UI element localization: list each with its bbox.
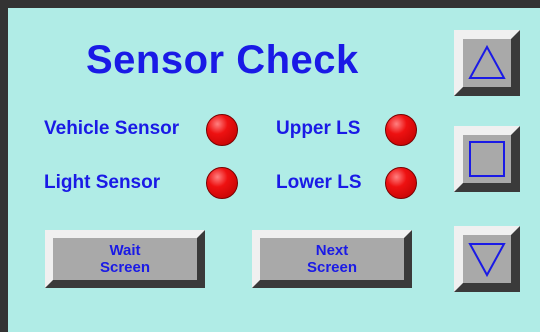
lower-ls-indicator-lamp	[385, 167, 417, 199]
home-button[interactable]	[454, 126, 520, 192]
page-title: Sensor Check	[86, 38, 359, 82]
upper-ls-label: Upper LS	[276, 118, 361, 139]
vehicle-sensor-indicator-lamp	[206, 114, 238, 146]
wait-screen-line1: Wait	[109, 242, 141, 259]
next-screen-button-label: Next Screen	[307, 242, 357, 276]
next-screen-line1: Next	[315, 242, 349, 259]
scroll-down-button[interactable]	[454, 226, 520, 292]
light-sensor-indicator-lamp	[206, 167, 238, 199]
wait-screen-line2: Screen	[99, 259, 151, 276]
scroll-up-button[interactable]	[454, 30, 520, 96]
square-icon	[469, 141, 505, 177]
light-sensor-label: Light Sensor	[44, 172, 161, 193]
wait-screen-button-label: Wait Screen	[100, 242, 150, 276]
lower-ls-label: Lower LS	[276, 172, 362, 193]
triangle-up-icon	[468, 44, 506, 79]
sensor-check-panel: Sensor Check Vehicle Sensor Upper LS Lig…	[0, 0, 540, 332]
next-screen-button[interactable]: Next Screen	[252, 230, 412, 288]
triangle-down-icon	[468, 243, 506, 278]
next-screen-line2: Screen	[306, 259, 358, 276]
wait-screen-button[interactable]: Wait Screen	[45, 230, 205, 288]
upper-ls-indicator-lamp	[385, 114, 417, 146]
vehicle-sensor-label: Vehicle Sensor	[44, 118, 180, 139]
